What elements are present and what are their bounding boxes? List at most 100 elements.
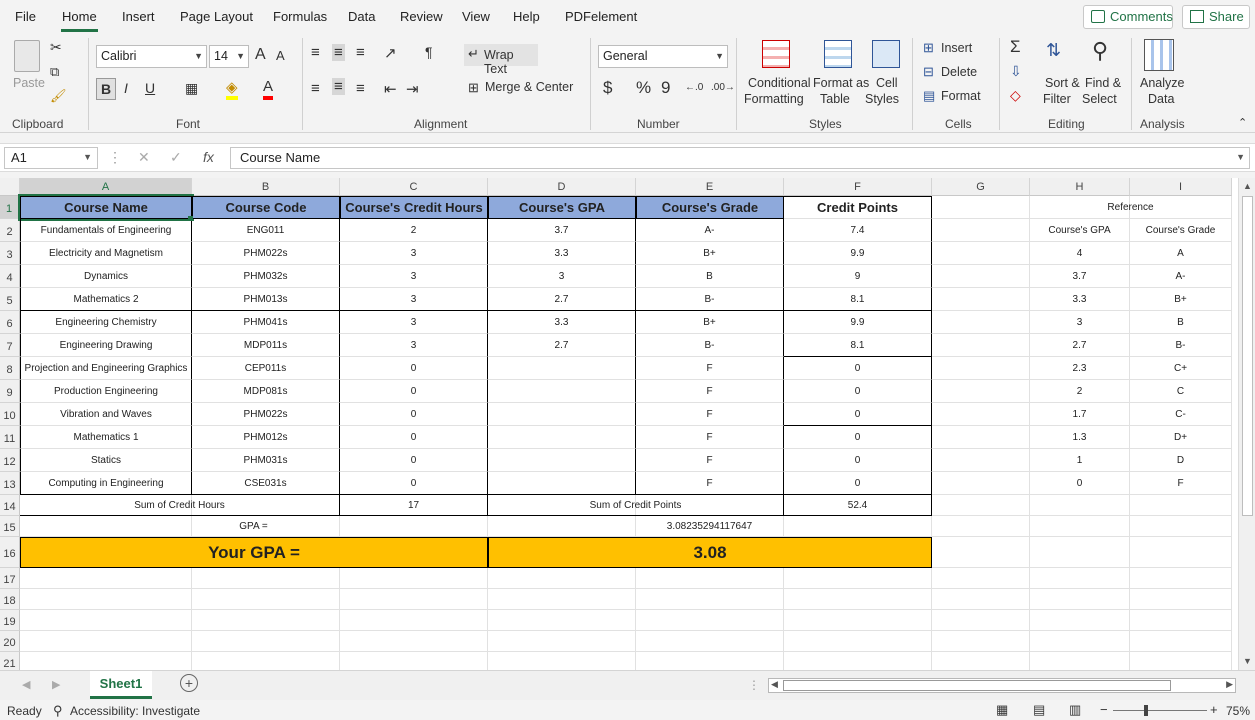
sum-hours-value[interactable]: 17	[340, 495, 488, 516]
row-header-1[interactable]: 1	[0, 196, 20, 219]
table-cell[interactable]: 3	[488, 265, 636, 288]
analyze-data-icon[interactable]	[1144, 39, 1174, 71]
grid-cell[interactable]	[932, 472, 1030, 495]
grid-cell[interactable]	[1130, 516, 1232, 537]
grid-cell[interactable]	[20, 589, 192, 610]
row-header-10[interactable]: 10	[0, 403, 20, 426]
header-cell[interactable]: Credit Points	[784, 196, 932, 219]
table-cell[interactable]: B-	[636, 288, 784, 311]
paste-icon[interactable]	[14, 40, 40, 72]
table-cell[interactable]: 9.9	[784, 242, 932, 265]
table-cell[interactable]: Statics	[20, 449, 192, 472]
italic-button[interactable]: I	[124, 80, 128, 96]
grid-cell[interactable]	[932, 403, 1030, 426]
grid-cell[interactable]	[1130, 652, 1232, 670]
grid-cell[interactable]	[932, 568, 1030, 589]
grid-cell[interactable]	[932, 589, 1030, 610]
sort-filter-label[interactable]: Sort &	[1045, 76, 1080, 90]
table-cell[interactable]: 0	[340, 472, 488, 495]
reference-cell[interactable]: C+	[1130, 357, 1232, 380]
row-header-11[interactable]: 11	[0, 426, 20, 449]
header-cell[interactable]: Course Name	[18, 194, 194, 221]
borders-icon[interactable]: ▦	[185, 80, 198, 97]
find-select-label-2[interactable]: Select	[1082, 92, 1117, 106]
grid-cell[interactable]	[20, 568, 192, 589]
grid-cell[interactable]	[488, 652, 636, 670]
grid-cell[interactable]	[340, 568, 488, 589]
row-header-19[interactable]: 19	[0, 610, 20, 631]
grid-cell[interactable]	[784, 610, 932, 631]
grid-cell[interactable]	[20, 652, 192, 670]
tab-splitter-icon[interactable]: ⋮	[748, 678, 760, 692]
zoom-slider[interactable]	[1113, 710, 1207, 711]
table-cell[interactable]: Mathematics 2	[20, 288, 192, 311]
gpa-value[interactable]: 3.08235294117647	[488, 516, 932, 537]
table-cell[interactable]	[488, 357, 636, 380]
sum-hours-label[interactable]: Sum of Credit Hours	[20, 495, 340, 516]
grid-cell[interactable]	[932, 610, 1030, 631]
row-header-18[interactable]: 18	[0, 589, 20, 610]
decrease-indent-icon[interactable]: ⇤	[384, 80, 397, 98]
clear-icon[interactable]: ◇	[1010, 87, 1021, 104]
table-cell[interactable]: 0	[784, 472, 932, 495]
menu-help[interactable]: Help	[513, 9, 540, 24]
percent-button[interactable]: %	[636, 78, 651, 98]
grid-cell[interactable]	[340, 610, 488, 631]
merge-center-button[interactable]: Merge & Center	[466, 80, 573, 94]
reference-cell[interactable]: 2.3	[1030, 357, 1130, 380]
column-header-c[interactable]: C	[340, 178, 488, 196]
grid-cell[interactable]	[636, 568, 784, 589]
increase-indent-icon[interactable]: ⇥	[406, 80, 419, 98]
grid-cell[interactable]	[1030, 568, 1130, 589]
fill-color-icon[interactable]: ◈	[226, 78, 238, 100]
column-header-d[interactable]: D	[488, 178, 636, 196]
menu-data[interactable]: Data	[348, 9, 375, 24]
align-center-icon[interactable]: ≡	[332, 78, 345, 95]
row-header-5[interactable]: 5	[0, 288, 20, 311]
grid-cell[interactable]	[488, 589, 636, 610]
grid-cell[interactable]	[340, 652, 488, 670]
table-cell[interactable]: Engineering Chemistry	[20, 311, 192, 334]
table-cell[interactable]: 9	[784, 265, 932, 288]
menu-pdfelement[interactable]: PDFelement	[565, 9, 637, 24]
grid-cell[interactable]	[932, 426, 1030, 449]
table-cell[interactable]: PHM031s	[192, 449, 340, 472]
align-right-icon[interactable]: ≡	[356, 80, 365, 97]
row-header-8[interactable]: 8	[0, 357, 20, 380]
row-header-13[interactable]: 13	[0, 472, 20, 495]
reference-cell[interactable]: B-	[1130, 334, 1232, 357]
select-all-corner[interactable]	[0, 178, 20, 196]
grid-cell[interactable]	[1130, 631, 1232, 652]
table-cell[interactable]: 0	[340, 380, 488, 403]
sort-filter-icon[interactable]: ⇅	[1046, 40, 1061, 61]
grid-cell[interactable]	[192, 631, 340, 652]
grid-cell[interactable]	[932, 242, 1030, 265]
table-cell[interactable]: 0	[784, 449, 932, 472]
sum-points-value[interactable]: 52.4	[784, 495, 932, 516]
table-cell[interactable]: 3	[340, 265, 488, 288]
grid-cell[interactable]	[1030, 589, 1130, 610]
grid-cell[interactable]	[932, 652, 1030, 670]
grid-cell[interactable]	[932, 537, 1030, 568]
menu-page-layout[interactable]: Page Layout	[180, 9, 253, 24]
format-as-table-label[interactable]: Format as	[813, 76, 869, 90]
table-cell[interactable]: 0	[784, 426, 932, 449]
table-cell[interactable]	[488, 380, 636, 403]
table-cell[interactable]: 0	[784, 357, 932, 380]
scroll-up-icon[interactable]: ▲	[1243, 181, 1252, 191]
reference-cell[interactable]: A-	[1130, 265, 1232, 288]
table-cell[interactable]: F	[636, 357, 784, 380]
table-cell[interactable]: PHM022s	[192, 403, 340, 426]
comma-button[interactable]: 9	[661, 78, 670, 98]
fill-icon[interactable]: ⇩	[1010, 63, 1022, 80]
table-cell[interactable]: 3	[340, 334, 488, 357]
table-cell[interactable]: Vibration and Waves	[20, 403, 192, 426]
grid-cell[interactable]	[340, 631, 488, 652]
grid-cell[interactable]	[488, 631, 636, 652]
cell-styles-label[interactable]: Cell	[876, 76, 898, 90]
scroll-thumb[interactable]	[1242, 196, 1253, 516]
column-header-h[interactable]: H	[1030, 178, 1130, 196]
table-cell[interactable]: PHM012s	[192, 426, 340, 449]
enter-icon[interactable]: ✓	[170, 149, 182, 166]
font-size-select[interactable]: 14 ▼	[209, 45, 249, 68]
